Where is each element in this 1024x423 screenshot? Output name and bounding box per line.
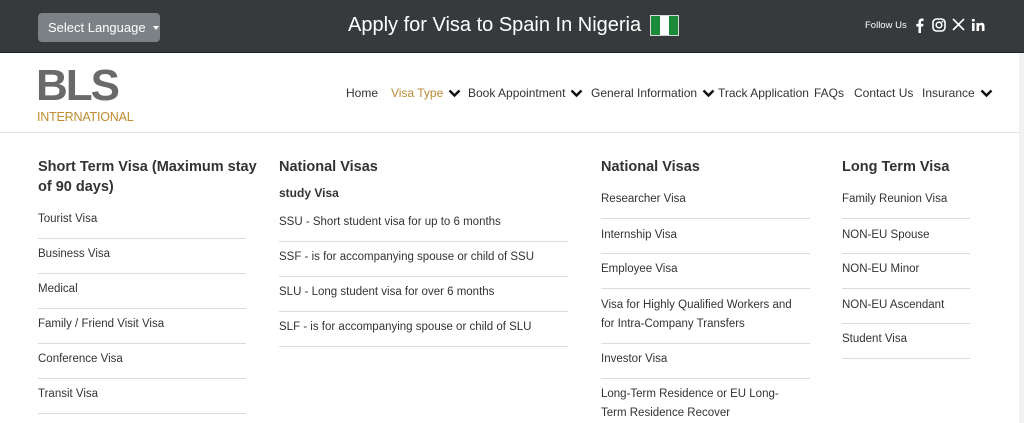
- menu-item-long-term-residence[interactable]: Long-Term Residence or EU Long-Term Resi…: [601, 385, 801, 423]
- nav-contact-us[interactable]: Contact Us: [854, 86, 913, 100]
- menu-item-medical[interactable]: Medical: [38, 280, 78, 299]
- logo-main-text: BLS: [36, 61, 120, 110]
- menu-item-business-visa[interactable]: Business Visa: [38, 245, 110, 264]
- bls-logo[interactable]: BLS INTERNATIONAL: [36, 63, 136, 125]
- chevron-down-icon: [571, 89, 583, 98]
- divider: [842, 288, 970, 289]
- nav-general-information-label: General Information: [591, 86, 698, 100]
- menu-item-transit-visa[interactable]: Transit Visa: [38, 385, 98, 404]
- study-visa-subheading: study Visa: [279, 186, 339, 200]
- main-navbar: BLS INTERNATIONAL Home Visa Type Book Ap…: [0, 53, 1024, 133]
- page-banner-title: Apply for Visa to Spain In Nigeria: [348, 14, 680, 37]
- nav-visa-type-label: Visa Type: [391, 86, 444, 100]
- top-bar: Select Language Apply for Visa to Spain …: [0, 0, 1024, 53]
- menu-item-family-friend-visit-visa[interactable]: Family / Friend Visit Visa: [38, 315, 164, 334]
- menu-item-slu[interactable]: SLU - Long student visa for over 6 month…: [279, 283, 494, 302]
- nigeria-flag-icon: [650, 15, 680, 36]
- divider: [38, 273, 246, 274]
- chevron-down-icon: [980, 89, 993, 98]
- divider: [601, 378, 810, 379]
- divider: [38, 378, 246, 379]
- menu-item-employee-visa[interactable]: Employee Visa: [601, 260, 678, 279]
- caret-down-icon: [152, 25, 159, 30]
- select-language-label: Select Language: [48, 20, 146, 35]
- nav-book-appointment[interactable]: Book Appointment: [468, 86, 583, 100]
- menu-item-conference-visa[interactable]: Conference Visa: [38, 350, 123, 369]
- divider: [279, 276, 568, 277]
- facebook-icon[interactable]: [915, 18, 924, 33]
- logo-sub-text: INTERNATIONAL: [37, 110, 134, 124]
- x-icon[interactable]: [952, 18, 965, 31]
- nav-general-information[interactable]: General Information: [591, 86, 715, 100]
- menu-item-ssf[interactable]: SSF - is for accompanying spouse or chil…: [279, 248, 534, 267]
- nav-home[interactable]: Home: [346, 86, 378, 100]
- divider: [279, 346, 568, 347]
- divider: [38, 308, 246, 309]
- menu-item-non-eu-ascendant[interactable]: NON-EU Ascendant: [842, 296, 944, 315]
- national-visas-work-heading: National Visas: [601, 159, 700, 175]
- menu-item-non-eu-spouse[interactable]: NON-EU Spouse: [842, 226, 930, 245]
- menu-item-student-visa[interactable]: Student Visa: [842, 330, 907, 349]
- divider: [601, 218, 810, 219]
- instagram-icon[interactable]: [932, 18, 946, 32]
- nav-faqs-label: FAQs: [814, 86, 845, 100]
- menu-item-investor-visa[interactable]: Investor Visa: [601, 350, 667, 369]
- follow-us-label: Follow Us: [865, 20, 907, 31]
- menu-item-highly-qualified-workers[interactable]: Visa for Highly Qualified Workers and fo…: [601, 296, 806, 334]
- divider: [601, 343, 810, 344]
- select-language-dropdown[interactable]: Select Language: [38, 13, 160, 42]
- menu-item-ssu[interactable]: SSU - Short student visa for up to 6 mon…: [279, 213, 501, 232]
- menu-item-non-eu-minor[interactable]: NON-EU Minor: [842, 260, 919, 279]
- divider: [38, 238, 246, 239]
- divider: [842, 323, 970, 324]
- divider: [842, 253, 970, 254]
- nav-track-application[interactable]: Track Application: [718, 86, 809, 100]
- nav-track-application-label: Track Application: [718, 86, 809, 100]
- divider: [601, 253, 810, 254]
- nav-home-label: Home: [346, 86, 379, 100]
- nav-insurance-label: Insurance: [922, 86, 975, 100]
- menu-item-researcher-visa[interactable]: Researcher Visa: [601, 190, 686, 209]
- nav-book-appointment-label: Book Appointment: [468, 86, 566, 100]
- page-scrollbar[interactable]: [1019, 53, 1024, 423]
- chevron-down-icon: [702, 89, 715, 98]
- menu-item-tourist-visa[interactable]: Tourist Visa: [38, 210, 97, 229]
- divider: [601, 288, 810, 289]
- chevron-down-icon: [448, 89, 461, 98]
- divider: [279, 241, 568, 242]
- long-term-visa-heading: Long Term Visa: [842, 159, 950, 175]
- short-term-visa-heading: Short Term Visa (Maximum stay of 90 days…: [38, 159, 257, 195]
- nav-contact-us-label: Contact Us: [854, 86, 914, 100]
- menu-item-family-reunion-visa[interactable]: Family Reunion Visa: [842, 190, 947, 209]
- nav-insurance[interactable]: Insurance: [922, 86, 993, 100]
- divider: [38, 343, 246, 344]
- menu-item-internship-visa[interactable]: Internship Visa: [601, 226, 677, 245]
- national-visas-study-heading: National Visas: [279, 159, 378, 175]
- divider: [279, 311, 568, 312]
- menu-item-slf[interactable]: SLF - is for accompanying spouse or chil…: [279, 318, 531, 337]
- divider: [38, 413, 246, 414]
- linkedin-icon[interactable]: [971, 18, 985, 32]
- divider: [842, 358, 970, 359]
- nav-visa-type[interactable]: Visa Type: [391, 86, 461, 100]
- nav-faqs[interactable]: FAQs: [814, 86, 844, 100]
- banner-title-text: Apply for Visa to Spain In Nigeria: [348, 14, 642, 36]
- divider: [842, 218, 970, 219]
